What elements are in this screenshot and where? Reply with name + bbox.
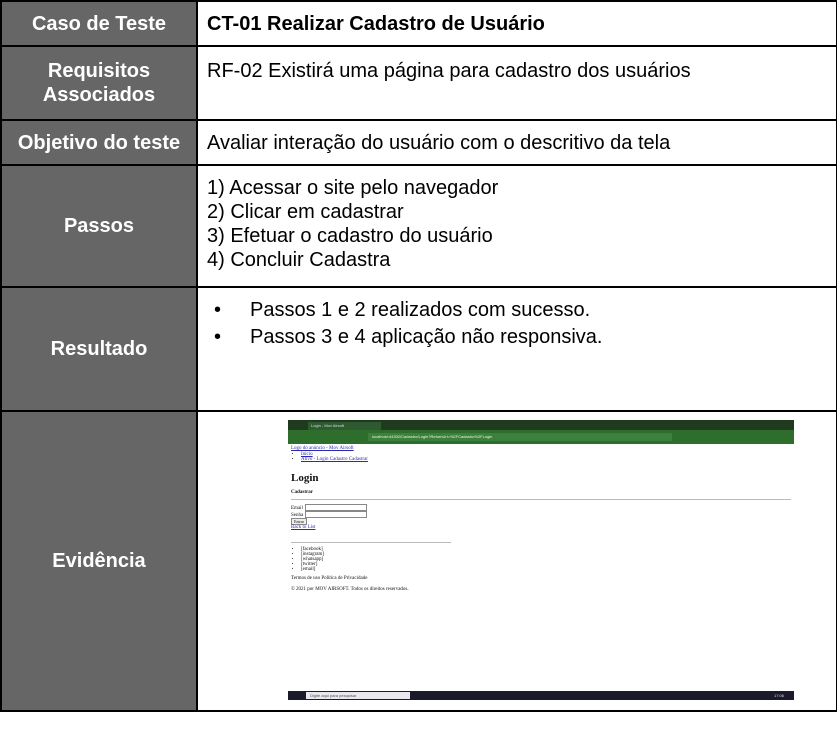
objective-value: Avaliar interação do usuário com o descr… [196, 119, 837, 166]
requirements-value: RF-02 Existirá uma página para cadastro … [196, 45, 837, 121]
step-item: 2) Clicar em cadastrar [207, 201, 404, 223]
result-label: Resultado [0, 286, 198, 412]
taskbar-search[interactable]: Digite aqui para pesquisar [306, 692, 410, 699]
cadastrar-heading: Cadastrar [291, 490, 313, 495]
result-item: Passos 1 e 2 realizados com sucesso. [214, 298, 828, 322]
evidence-screenshot: Login - Mov Airsoft localhost:44302/Cada… [288, 420, 794, 700]
requirements-label-line1: Requisitos [47, 60, 151, 82]
back-link[interactable]: Back to List [291, 525, 315, 530]
social-item[interactable]: [email] [301, 567, 791, 572]
step-item: 4) Concluir Cadastra [207, 249, 391, 271]
password-field[interactable] [305, 511, 368, 518]
steps-list: 1) Acessar o site pelo navegador 2) Clic… [207, 176, 828, 272]
objective-label: Objetivo do teste [0, 119, 198, 166]
enter-button[interactable]: Entrar [291, 518, 307, 525]
step-item: 1) Acessar o site pelo navegador [207, 177, 499, 199]
browser-tab[interactable]: Login - Mov Airsoft [308, 422, 381, 430]
url-field[interactable]: localhost:44302/Cadastro/Login?ReturnUrl… [368, 433, 672, 441]
steps-label: Passos [0, 164, 198, 288]
result-value: Passos 1 e 2 realizados com sucesso. Pas… [196, 286, 837, 412]
requirements-label: Requisitos Associados [0, 45, 198, 121]
os-taskbar: Digite aqui para pesquisar 17:06 [288, 691, 794, 700]
requirements-label-line2: Associados [42, 84, 156, 106]
case-value: CT-01 Realizar Cadastro de Usuário [196, 0, 837, 47]
steps-value: 1) Acessar o site pelo navegador 2) Clic… [196, 164, 837, 288]
footer-divider [291, 542, 451, 543]
nav-item[interactable]: Ativo - Login Cadastro Cadastrar [301, 457, 368, 462]
logo-link[interactable]: Logo do anúncio - Mov Airsoft [291, 446, 354, 451]
login-heading: Login [291, 472, 319, 484]
evidence-label: Evidência [0, 410, 198, 712]
taskbar-clock: 17:06 [773, 693, 784, 698]
nav-list: Início Ativo - Login Cadastro Cadastrar [301, 452, 791, 462]
result-item: Passos 3 e 4 aplicação não responsiva. [214, 325, 828, 349]
terms-text: Termos de uso Política de Privacidade [291, 576, 368, 581]
email-field[interactable] [304, 504, 367, 511]
browser-tab-bar: Login - Mov Airsoft [288, 420, 794, 430]
page-content: Logo do anúncio - Mov Airsoft Início Ati… [291, 446, 791, 592]
result-list: Passos 1 e 2 realizados com sucesso. Pas… [206, 298, 828, 349]
social-list: [facebook] [instagram] [whatsapp] [twitt… [301, 547, 791, 572]
browser-address-bar: localhost:44302/Cadastro/Login?ReturnUrl… [288, 430, 794, 444]
copyright-text: © 2021 por MOV AIRSOFT. Todos os direito… [291, 587, 409, 592]
case-label: Caso de Teste [0, 0, 198, 47]
step-item: 3) Efetuar o cadastro do usuário [207, 225, 493, 247]
divider [291, 499, 791, 500]
